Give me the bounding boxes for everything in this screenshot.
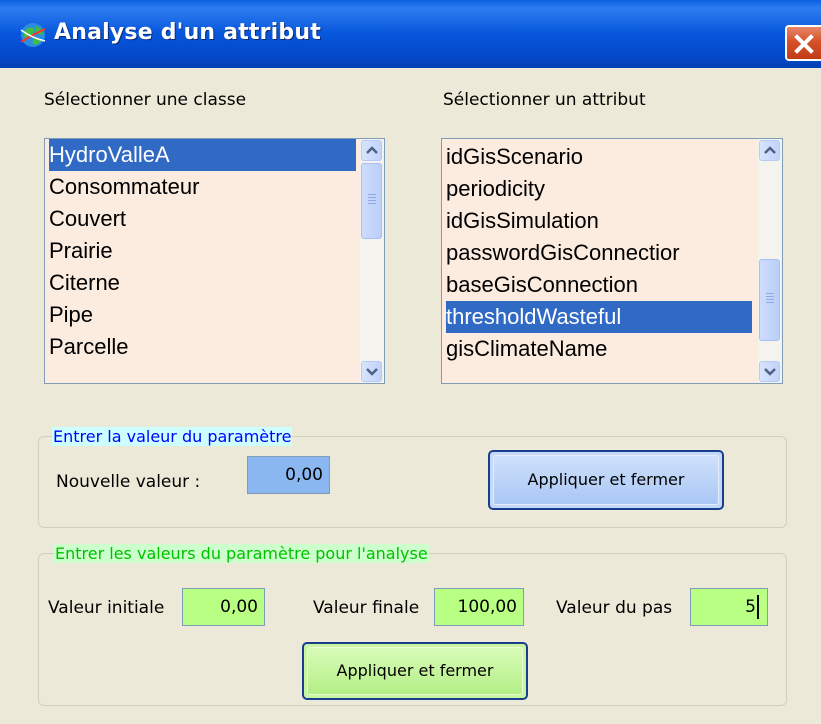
attr-item-gisclimatename[interactable]: gisClimateName (446, 333, 607, 365)
scroll-up-button[interactable] (361, 140, 382, 161)
final-value-label: Valeur finale (313, 598, 420, 618)
initial-value-label: Valeur initiale (48, 598, 165, 618)
step-value-label: Valeur du pas (556, 598, 673, 618)
final-value-field[interactable]: 100,00 (434, 588, 524, 626)
step-value-text: 5 (745, 597, 756, 617)
attr-item-basegisconnection[interactable]: baseGisConnection (446, 269, 638, 301)
chevron-down-icon (366, 368, 378, 376)
new-value-field[interactable]: 0,00 (247, 456, 330, 494)
attr-item-idgisscenario[interactable]: idGisScenario (446, 141, 583, 173)
close-button[interactable] (785, 25, 821, 61)
attribute-listbox[interactable]: idGisScenario periodicity idGisSimulatio… (441, 138, 783, 384)
apply-close-label: Appliquer et fermer (527, 470, 685, 489)
analysis-apply-close-label: Appliquer et fermer (336, 661, 494, 680)
scroll-thumb[interactable] (759, 259, 780, 341)
scroll-up-button[interactable] (759, 140, 780, 161)
class-item-parcelle[interactable]: Parcelle (49, 331, 128, 363)
analysis-apply-close-button[interactable]: Appliquer et fermer (302, 642, 528, 700)
attribute-select-label: Sélectionner un attribut (443, 90, 646, 110)
scroll-down-button[interactable] (361, 361, 382, 382)
initial-value-field[interactable]: 0,00 (182, 588, 265, 626)
attr-item-periodicity[interactable]: periodicity (446, 173, 545, 205)
text-cursor (757, 595, 759, 619)
scroll-down-button[interactable] (759, 361, 780, 382)
new-value-label: Nouvelle valeur : (56, 472, 201, 492)
attr-item-passwordgisconnection[interactable]: passwordGisConnectior (446, 237, 680, 269)
chevron-down-icon (764, 368, 776, 376)
class-item-pipe[interactable]: Pipe (49, 299, 93, 331)
class-listbox[interactable]: HydroValleA Consommateur Couvert Prairie… (44, 138, 385, 384)
class-item-hydrovallea[interactable]: HydroValleA (49, 139, 356, 171)
globe-app-icon (18, 20, 48, 50)
analysis-group-legend: Entrer les valeurs du paramètre pour l'a… (54, 544, 429, 563)
chevron-up-icon (366, 146, 378, 154)
class-item-prairie[interactable]: Prairie (49, 235, 113, 267)
chevron-up-icon (764, 146, 776, 154)
window-title: Analyse d'un attribut (54, 20, 321, 45)
class-list-scrollbar[interactable] (360, 139, 384, 383)
attribute-list-scrollbar[interactable] (758, 139, 782, 383)
step-value-field[interactable]: 5 (690, 588, 768, 626)
class-item-citerne[interactable]: Citerne (49, 267, 120, 299)
attr-item-thresholdwasteful[interactable]: thresholdWasteful (446, 301, 752, 333)
param-group-legend: Entrer la valeur du paramètre (52, 427, 293, 446)
dialog-window: Analyse d'un attribut Sélectionner une c… (0, 0, 821, 724)
attr-item-idgissimulation[interactable]: idGisSimulation (446, 205, 599, 237)
title-bar[interactable]: Analyse d'un attribut (0, 0, 821, 68)
class-select-label: Sélectionner une classe (44, 90, 247, 110)
class-item-consommateur[interactable]: Consommateur (49, 171, 199, 203)
apply-close-button[interactable]: Appliquer et fermer (488, 450, 724, 510)
scroll-thumb[interactable] (361, 163, 382, 239)
class-item-couvert[interactable]: Couvert (49, 203, 126, 235)
